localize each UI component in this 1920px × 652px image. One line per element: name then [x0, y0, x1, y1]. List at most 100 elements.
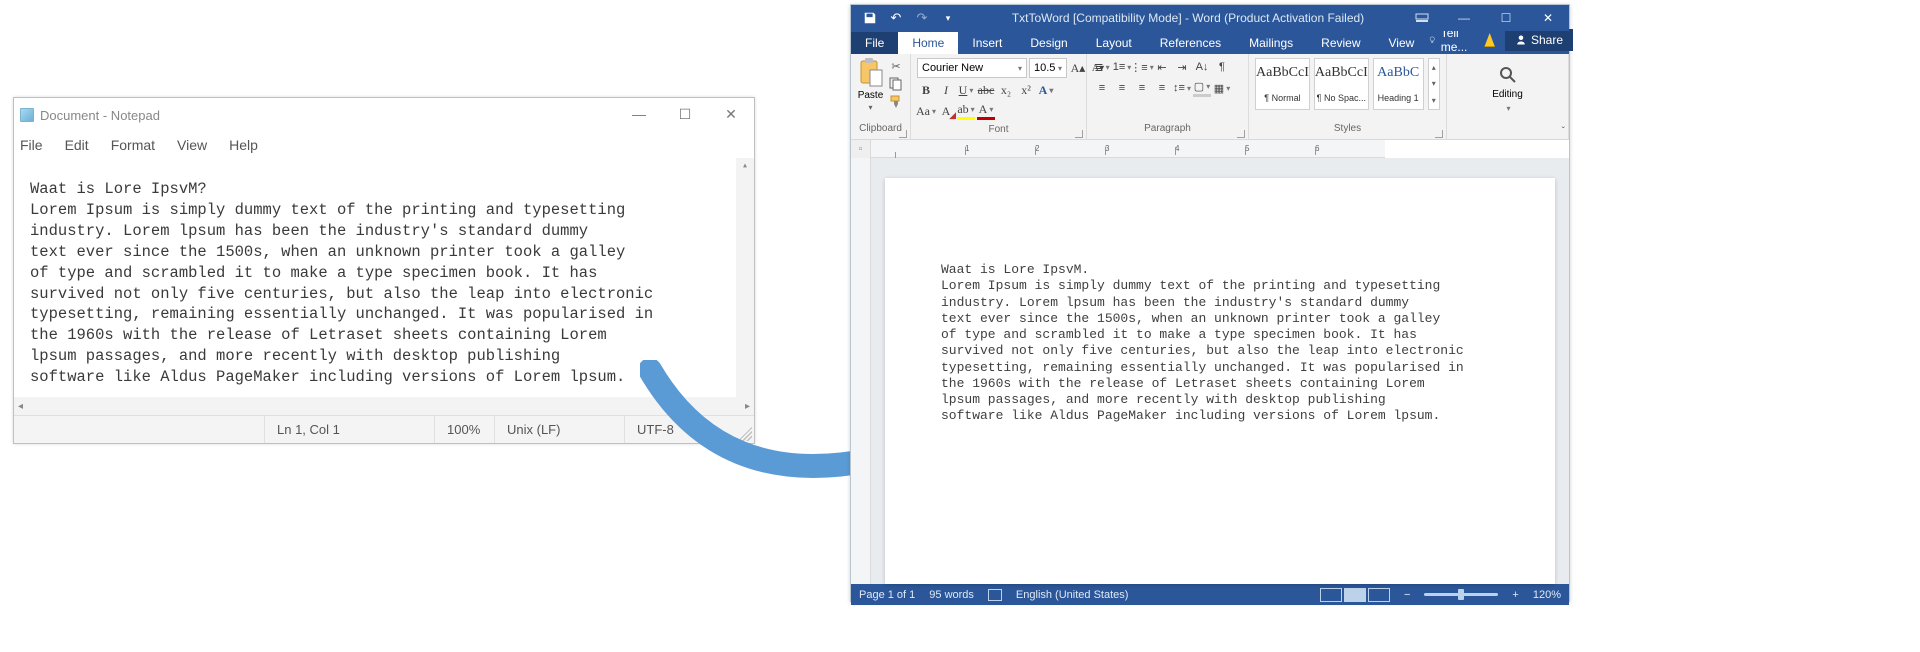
zoom-in-button[interactable]: +: [1512, 589, 1518, 601]
document-page[interactable]: Waat is Lore IpsvM. Lorem Ipsum is simpl…: [885, 178, 1555, 584]
word-titlebar[interactable]: ↶ ↷ ▾ TxtToWord [Compatibility Mode] - W…: [851, 5, 1569, 31]
menu-view[interactable]: View: [177, 137, 207, 153]
decrease-indent-icon[interactable]: ⇤: [1153, 58, 1171, 76]
minimize-button[interactable]: —: [1443, 5, 1485, 31]
scroll-right-icon[interactable]: ▸: [745, 401, 750, 412]
dialog-launcher-icon[interactable]: [1075, 130, 1083, 138]
view-web-icon[interactable]: [1368, 588, 1390, 602]
menu-format[interactable]: Format: [111, 137, 155, 153]
superscript-button[interactable]: x²: [1017, 81, 1035, 99]
menu-help[interactable]: Help: [229, 137, 258, 153]
activation-warning-icon[interactable]: [1484, 33, 1495, 47]
group-editing: Editing ▾: [1447, 54, 1569, 139]
styles-gallery-scroll[interactable]: ▴▾▾: [1428, 58, 1440, 110]
scroll-up-icon[interactable]: ▴: [742, 158, 748, 176]
proofing-icon[interactable]: [988, 589, 1002, 601]
format-painter-icon[interactable]: [888, 94, 904, 110]
change-case-icon[interactable]: Aa▾: [917, 102, 935, 120]
strikethrough-button[interactable]: abc: [977, 81, 995, 99]
tab-layout[interactable]: Layout: [1082, 32, 1146, 54]
grow-font-icon[interactable]: A▴: [1069, 59, 1087, 77]
share-icon: [1515, 34, 1527, 46]
font-size-dropdown[interactable]: 10.5▾: [1029, 58, 1067, 78]
tab-review[interactable]: Review: [1307, 32, 1374, 54]
vertical-scrollbar[interactable]: ▴ ▾: [736, 158, 754, 416]
menu-edit[interactable]: Edit: [65, 137, 89, 153]
zoom-out-button[interactable]: −: [1404, 589, 1410, 601]
vertical-ruler[interactable]: [851, 158, 871, 584]
status-language[interactable]: English (United States): [1016, 589, 1129, 601]
dialog-launcher-icon[interactable]: [1237, 130, 1245, 138]
qat-customize-icon[interactable]: ▾: [937, 7, 959, 29]
status-lncol: Ln 1, Col 1: [264, 416, 434, 443]
style-nospacing[interactable]: AaBbCcI¶ No Spac...: [1314, 58, 1369, 110]
line-spacing-icon[interactable]: ↕≡▾: [1173, 79, 1191, 97]
status-zoom[interactable]: 120%: [1533, 589, 1561, 601]
tab-insert[interactable]: Insert: [958, 32, 1016, 54]
horizontal-ruler[interactable]: 1 2 3 4 5 6: [871, 140, 1385, 158]
notepad-titlebar[interactable]: Document - Notepad — ☐ ✕: [14, 98, 754, 132]
italic-button[interactable]: I: [937, 81, 955, 99]
redo-icon[interactable]: ↷: [911, 7, 933, 29]
show-marks-icon[interactable]: ¶: [1213, 58, 1231, 76]
style-normal[interactable]: AaBbCcI¶ Normal: [1255, 58, 1310, 110]
align-center-icon[interactable]: ≡: [1113, 79, 1131, 97]
view-switcher: [1320, 588, 1390, 602]
find-icon[interactable]: [1498, 65, 1518, 85]
style-heading1[interactable]: AaBbCHeading 1: [1373, 58, 1424, 110]
cut-icon[interactable]: ✂: [888, 58, 904, 74]
group-styles: AaBbCcI¶ Normal AaBbCcI¶ No Spac... AaBb…: [1249, 54, 1447, 139]
view-print-icon[interactable]: [1344, 588, 1366, 602]
font-color-icon[interactable]: A▾: [977, 102, 995, 120]
copy-icon[interactable]: [888, 76, 904, 92]
status-words[interactable]: 95 words: [929, 589, 974, 601]
tab-mailings[interactable]: Mailings: [1235, 32, 1307, 54]
collapse-ribbon-icon[interactable]: ˇ: [1562, 126, 1565, 137]
text-effects-icon[interactable]: A▾: [1037, 81, 1055, 99]
subscript-button[interactable]: x₂: [997, 81, 1015, 99]
close-button[interactable]: ✕: [1527, 5, 1569, 31]
zoom-slider[interactable]: [1424, 593, 1498, 596]
bold-button[interactable]: B: [917, 81, 935, 99]
horizontal-scrollbar[interactable]: ◂ ▸: [14, 397, 754, 415]
align-right-icon[interactable]: ≡: [1133, 79, 1151, 97]
minimize-button[interactable]: —: [616, 98, 662, 130]
undo-icon[interactable]: ↶: [885, 7, 907, 29]
maximize-button[interactable]: ☐: [662, 98, 708, 130]
borders-icon[interactable]: ▦▾: [1213, 79, 1231, 97]
status-page[interactable]: Page 1 of 1: [859, 589, 915, 601]
shading-icon[interactable]: ▢▾: [1193, 79, 1211, 97]
menu-file[interactable]: File: [20, 137, 43, 153]
maximize-button[interactable]: ☐: [1485, 5, 1527, 31]
sort-icon[interactable]: A↓: [1193, 58, 1211, 76]
tab-view[interactable]: View: [1375, 32, 1429, 54]
clear-formatting-icon[interactable]: A◢: [937, 102, 955, 120]
paste-button[interactable]: Paste ▾: [857, 58, 884, 112]
status-zoom[interactable]: 100%: [434, 416, 494, 443]
ribbon-options-button[interactable]: [1401, 5, 1443, 31]
tab-home[interactable]: Home: [898, 32, 958, 54]
font-name-dropdown[interactable]: Courier New▾: [917, 58, 1027, 78]
tab-references[interactable]: References: [1146, 32, 1235, 54]
notepad-text-area[interactable]: Waat is Lore IpsvM? Lorem Ipsum is simpl…: [14, 158, 754, 416]
ruler-corner[interactable]: ▫: [851, 140, 871, 158]
save-icon[interactable]: [859, 7, 881, 29]
multilevel-icon[interactable]: ⋮≡▾: [1133, 58, 1151, 76]
justify-icon[interactable]: ≡: [1153, 79, 1171, 97]
editing-btn-label: Editing: [1492, 89, 1523, 100]
highlight-icon[interactable]: ab▾: [957, 102, 975, 120]
increase-indent-icon[interactable]: ⇥: [1173, 58, 1191, 76]
dialog-launcher-icon[interactable]: [1435, 130, 1443, 138]
resize-grip-icon[interactable]: [734, 423, 752, 441]
scroll-left-icon[interactable]: ◂: [18, 401, 23, 412]
underline-button[interactable]: U▾: [957, 81, 975, 99]
numbering-icon[interactable]: 1≡▾: [1113, 58, 1131, 76]
align-left-icon[interactable]: ≡: [1093, 79, 1111, 97]
view-read-icon[interactable]: [1320, 588, 1342, 602]
tab-file[interactable]: File: [851, 32, 898, 54]
share-button[interactable]: Share: [1505, 29, 1573, 51]
close-button[interactable]: ✕: [708, 98, 754, 130]
tab-design[interactable]: Design: [1016, 32, 1081, 54]
bullets-icon[interactable]: ≣▾: [1093, 58, 1111, 76]
dialog-launcher-icon[interactable]: [899, 130, 907, 138]
